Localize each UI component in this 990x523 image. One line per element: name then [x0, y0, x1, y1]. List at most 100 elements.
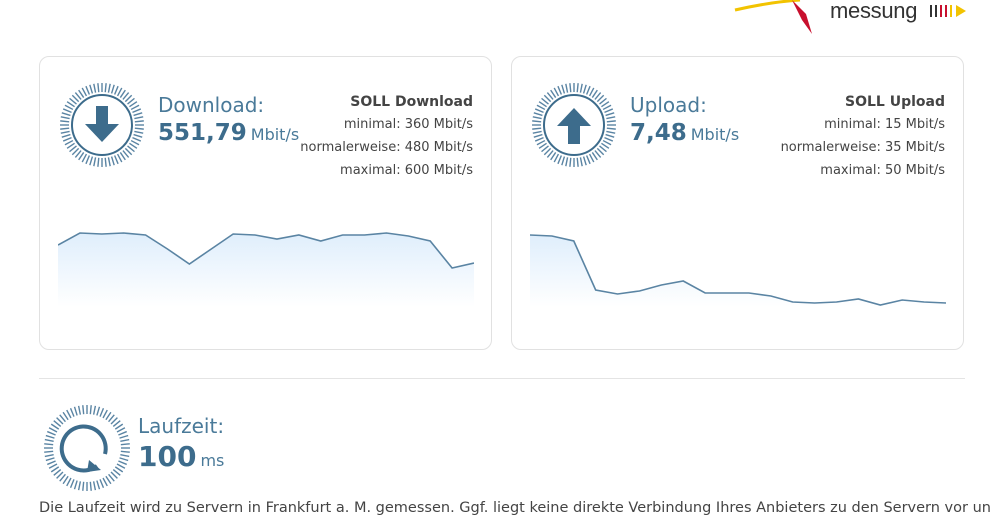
gauge-tick	[77, 481, 82, 491]
gauge-tick	[44, 443, 54, 446]
gauge-tick	[534, 108, 544, 114]
latency-label: Laufzeit:	[138, 414, 225, 438]
download-value: 551,79	[158, 120, 247, 146]
gauge-tick	[44, 450, 54, 453]
gauge-tick	[96, 406, 101, 416]
gauge-tick	[569, 157, 572, 167]
gauge-tick	[119, 457, 129, 462]
gauge-tick	[96, 480, 101, 490]
gauge-tick	[576, 157, 579, 167]
logo-text: messung	[830, 0, 918, 23]
gauge-tick	[62, 136, 72, 142]
latency-value-row: 100 ms	[138, 438, 224, 480]
gauge-tick	[565, 83, 569, 93]
gauge-tick	[602, 139, 612, 146]
gauge-tick	[585, 85, 591, 95]
latency-metric: Laufzeit: 100 ms	[138, 414, 224, 480]
latency-unit: ms	[200, 451, 225, 470]
download-card: Download: 551,79 Mbit/s SOLL Download min…	[39, 56, 492, 350]
gauge-tick	[105, 475, 112, 485]
gauge-tick	[89, 481, 92, 491]
gauge-tick	[61, 112, 71, 117]
gauge-tick	[62, 475, 69, 485]
gauge-tick	[533, 133, 543, 138]
download-soll-minimal: minimal: 360 Mbit/s	[343, 117, 473, 132]
gauge-tick	[61, 133, 71, 138]
gauge-tick	[99, 479, 105, 488]
gauge-tick	[606, 130, 616, 134]
gauge-tick	[579, 157, 583, 167]
gauge-tick	[110, 156, 115, 166]
chart-area	[58, 233, 474, 307]
gauge-tick	[533, 112, 543, 117]
gauge-tick	[107, 83, 111, 93]
arrow-down-icon	[85, 106, 119, 142]
download-soll-maximal: maximal: 600 Mbit/s	[340, 163, 473, 178]
gauge-tick	[561, 156, 566, 166]
gauge-tick	[132, 108, 142, 114]
upload-metric: Upload: 7,48 Mbit/s	[630, 93, 739, 151]
gauge-tick	[569, 83, 572, 93]
gauge-tick	[606, 127, 616, 130]
upload-soll-maximal: maximal: 50 Mbit/s	[820, 163, 945, 178]
gauge-tick	[557, 85, 563, 95]
gauge-tick	[73, 406, 78, 416]
gauge-tick	[120, 443, 130, 446]
gauge-tick	[62, 108, 72, 114]
gauge-tick	[134, 127, 144, 130]
gauge-tick	[60, 116, 70, 120]
gauge-tick	[133, 112, 143, 117]
gauge-tick	[102, 409, 108, 419]
latency-note: Die Laufzeit wird zu Servern in Frankfur…	[39, 500, 990, 516]
upload-unit: Mbit/s	[690, 125, 740, 144]
gauge-tick	[48, 427, 58, 433]
gauge-tick	[532, 120, 542, 123]
gauge-tick	[604, 108, 614, 114]
gauge-tick	[82, 481, 85, 491]
refresh-icon	[59, 424, 108, 473]
gauge-tick	[120, 438, 130, 443]
gauge-tick	[532, 116, 542, 120]
gauge-tick	[47, 460, 56, 466]
gauge-tick	[113, 85, 119, 95]
upload-label: Upload:	[630, 93, 707, 117]
gauge-tick	[107, 157, 111, 167]
gauge-tick	[130, 139, 140, 146]
gauge-tick	[604, 136, 614, 142]
gauge-tick	[134, 116, 144, 120]
gauge-tick	[134, 130, 144, 134]
gauge-tick	[116, 153, 123, 163]
chart-area	[530, 235, 946, 307]
gauge-tick	[606, 120, 616, 123]
gauge-tick	[64, 104, 74, 111]
gauge-tick	[47, 430, 56, 436]
gauge-tick	[62, 411, 69, 421]
latency-value: 100	[138, 440, 197, 473]
gauge-tick	[110, 84, 115, 94]
gauge-tick	[104, 83, 107, 93]
gauge-tick	[60, 120, 70, 123]
gauge-tick	[120, 450, 130, 453]
gauge-tick	[133, 133, 143, 138]
gauge-tick	[81, 87, 88, 97]
gauge-tick	[116, 87, 123, 97]
gauge-tick	[114, 423, 124, 430]
gauge-tick	[582, 156, 587, 166]
gauge-tick	[44, 438, 54, 443]
gauge-tick	[64, 139, 74, 146]
gauge-tick	[66, 477, 72, 487]
gauge-tick	[113, 155, 119, 165]
download-soll-title: SOLL Download	[350, 94, 473, 110]
gauge-tick	[576, 83, 579, 93]
gauge-tick	[118, 430, 127, 436]
upload-soll-title: SOLL Upload	[845, 94, 945, 110]
gauge-tick	[565, 157, 569, 167]
gauge-tick	[534, 136, 544, 142]
gauge-tick	[130, 104, 140, 111]
gauge-tick	[134, 120, 144, 123]
gauge-tick	[557, 155, 563, 165]
gauge-tick	[77, 405, 82, 415]
latency-gauge	[44, 405, 130, 491]
gauge-tick	[81, 153, 88, 163]
gauge-tick	[536, 104, 546, 111]
